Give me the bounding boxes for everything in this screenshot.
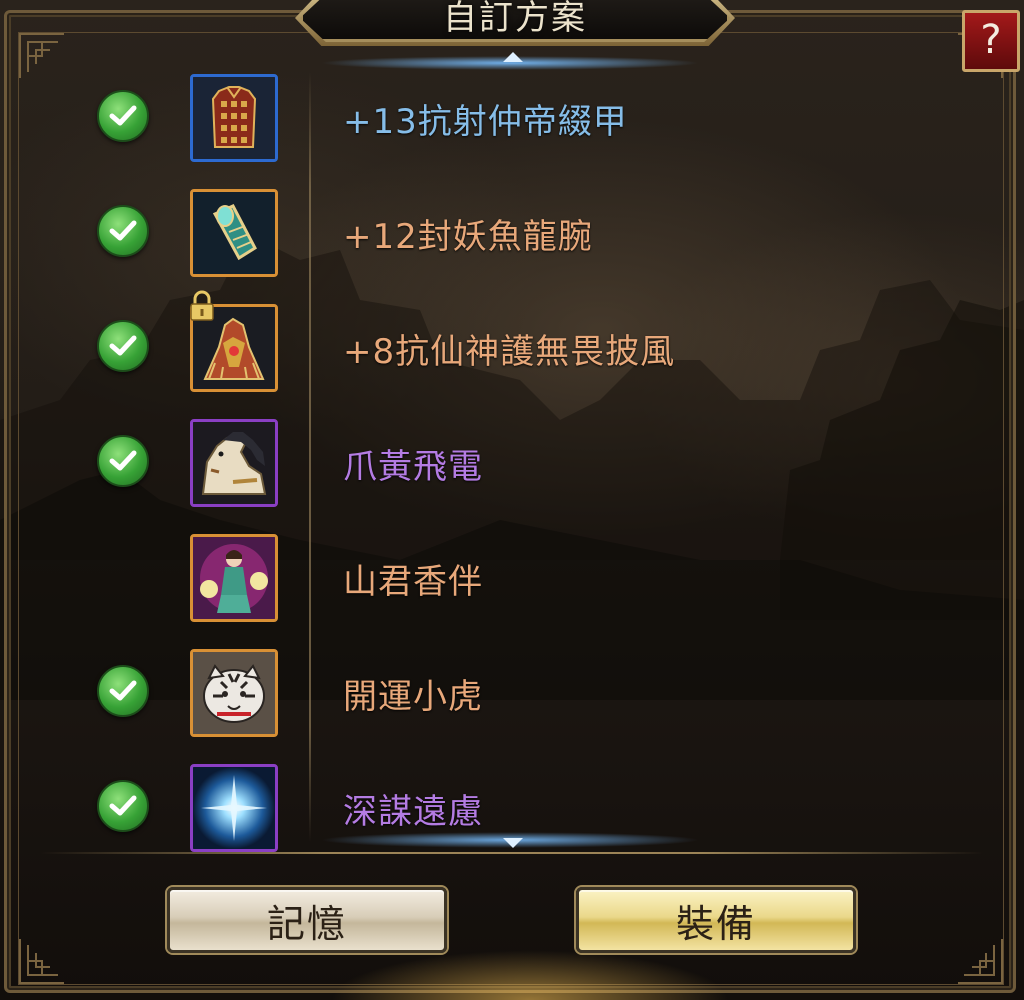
list-item[interactable]: 開運小虎 xyxy=(0,633,1024,747)
item-name: +8抗仙神護無畏披風 xyxy=(343,332,676,372)
bracer-icon[interactable] xyxy=(190,189,278,277)
skill-icon[interactable] xyxy=(190,764,278,852)
scroll-down-arrow-icon[interactable] xyxy=(503,838,523,848)
list-item[interactable]: 爪黃飛電 xyxy=(0,403,1024,517)
armor-icon[interactable] xyxy=(190,74,278,162)
checkmark-icon[interactable] xyxy=(97,665,149,717)
checkmark-icon[interactable] xyxy=(97,435,149,487)
list-item[interactable]: +13抗射仲帝綴甲 xyxy=(0,58,1024,172)
item-name: 開運小虎 xyxy=(343,677,483,717)
title-plate: 自訂方案 xyxy=(300,0,730,42)
item-name: +13抗射仲帝綴甲 xyxy=(343,102,628,142)
equip-button-label: 裝備 xyxy=(675,901,756,946)
checkmark-icon[interactable] xyxy=(97,205,149,257)
corner-ornament-icon xyxy=(958,939,1003,984)
custom-plan-panel: 自訂方案 ? +13抗射仲帝綴甲 +12封妖魚龍腕 +8抗仙神護無畏披風 爪黃飛… xyxy=(0,0,1024,1000)
list-item[interactable]: +8抗仙神護無畏披風 xyxy=(0,288,1024,402)
horse-icon[interactable] xyxy=(190,419,278,507)
lock-icon xyxy=(190,290,214,321)
item-name: +12封妖魚龍腕 xyxy=(343,217,593,257)
help-icon: ? xyxy=(980,17,1002,63)
checkmark-icon[interactable] xyxy=(97,90,149,142)
item-name: 深謀遠慮 xyxy=(343,792,483,832)
checkmark-icon[interactable] xyxy=(97,320,149,372)
bottom-ornament-glow xyxy=(330,950,730,1000)
corner-ornament-icon xyxy=(19,939,64,984)
bottom-divider xyxy=(40,852,984,854)
window-title: 自訂方案 xyxy=(443,0,587,38)
list-item[interactable]: 山君香伴 xyxy=(0,518,1024,632)
tiger-icon[interactable] xyxy=(190,649,278,737)
item-name: 爪黃飛電 xyxy=(343,447,483,487)
item-name: 山君香伴 xyxy=(343,562,483,602)
memory-button[interactable]: 記憶 xyxy=(167,887,447,953)
checkmark-icon[interactable] xyxy=(97,780,149,832)
list-item[interactable]: +12封妖魚龍腕 xyxy=(0,173,1024,287)
equip-button[interactable]: 裝備 xyxy=(576,887,856,953)
memory-button-label: 記憶 xyxy=(266,901,347,946)
companion-icon[interactable] xyxy=(190,534,278,622)
